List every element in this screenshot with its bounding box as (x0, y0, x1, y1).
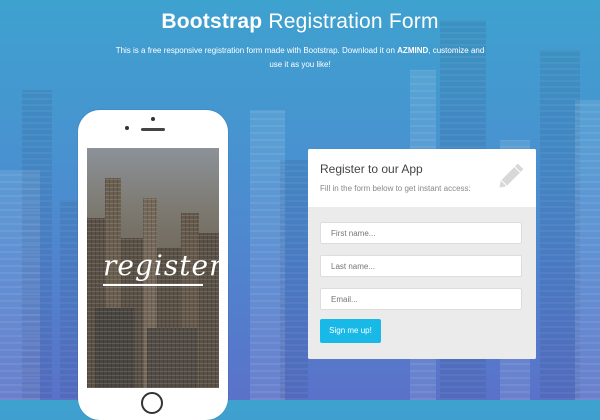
registration-card: Register to our App Fill in the form bel… (308, 149, 536, 359)
form-subtitle: Fill in the form below to get instant ac… (320, 184, 471, 193)
card-body: Sign me up! (308, 207, 536, 359)
register-script-text: register (103, 249, 219, 282)
page-description: This is a free responsive registration f… (112, 44, 488, 72)
page-title: Bootstrap Registration Form (0, 10, 600, 34)
phone-camera (125, 126, 129, 130)
phone-speaker (141, 128, 165, 131)
sign-up-button[interactable]: Sign me up! (320, 319, 381, 343)
desc-text-1: This is a free responsive registration f… (115, 46, 398, 55)
phone-mockup: register (78, 110, 228, 420)
title-bold: Bootstrap (161, 10, 263, 33)
phone-sensor (151, 117, 155, 121)
title-light: Registration Form (268, 10, 439, 33)
card-header: Register to our App Fill in the form bel… (308, 149, 536, 207)
underline (103, 284, 203, 286)
last-name-field[interactable] (320, 255, 522, 277)
phone-home-button (141, 392, 163, 414)
first-name-field[interactable] (320, 222, 522, 244)
brand-link[interactable]: AZMIND (397, 46, 428, 55)
form-title: Register to our App (320, 162, 423, 176)
email-field[interactable] (320, 288, 522, 310)
pencil-icon (499, 163, 524, 188)
phone-screen: register (87, 148, 219, 388)
